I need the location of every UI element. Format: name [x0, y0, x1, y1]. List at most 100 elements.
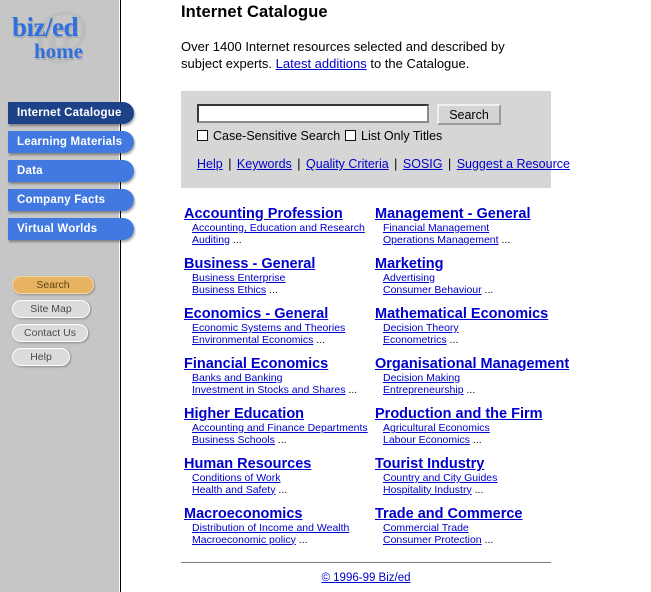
category-subtopic-link[interactable]: Consumer Protection	[383, 534, 482, 546]
category-subtopic-link[interactable]: Commercial Trade	[383, 522, 469, 534]
intro-text-after: to the Catalogue.	[366, 56, 470, 71]
category-subtopic-link[interactable]: Econometrics	[383, 334, 447, 346]
sidebar-util-site-map[interactable]: Site Map	[12, 300, 90, 318]
category-subtopic-link[interactable]: Economic Systems and Theories	[192, 322, 345, 334]
category-ellipsis: ...	[481, 533, 494, 546]
category-subtopic-link[interactable]: Decision Theory	[383, 322, 459, 334]
category-subtopic-link[interactable]: Labour Economics	[383, 434, 470, 446]
case-sensitive-label: Case-Sensitive Search	[213, 129, 341, 143]
sidebar-item-label: Data	[17, 165, 43, 177]
category-subtopic-link[interactable]: Distribution of Income and Wealth	[192, 522, 349, 534]
category-subtopic-link[interactable]: Agricultural Economics	[383, 422, 490, 434]
list-only-titles-option[interactable]: List Only Titles	[345, 129, 442, 143]
case-sensitive-search-option[interactable]: Case-Sensitive Search	[197, 129, 340, 143]
category-subtopic-link[interactable]: Investment in Stocks and Shares	[192, 384, 346, 396]
category-subtopic-link[interactable]: Conditions of Work	[192, 472, 281, 484]
category-subtopic-link[interactable]: Consumer Behaviour	[383, 284, 482, 296]
category-title-link[interactable]: Macroeconomics	[184, 505, 380, 523]
category-subtopic-link[interactable]: Business Enterprise	[192, 272, 285, 284]
category-group: Macroeconomics Distribution of Income and…	[184, 505, 380, 546]
category-ellipsis: ...	[469, 433, 482, 446]
sidebar-util-help[interactable]: Help	[12, 348, 70, 366]
panel-link-separator: |	[293, 157, 305, 171]
search-button[interactable]: Search	[437, 104, 501, 125]
latest-additions-link[interactable]: Latest additions	[276, 56, 367, 71]
category-subtopic-link[interactable]: Accounting, Education and Research	[192, 222, 365, 234]
search-input[interactable]	[197, 104, 429, 123]
category-subtopic-link[interactable]: Macroeconomic policy	[192, 534, 296, 546]
panel-link-suggest-a-resource[interactable]: Suggest a Resource	[457, 157, 570, 171]
category-title-link[interactable]: Tourist Industry	[375, 455, 575, 473]
category-subtopic-link[interactable]: Business Ethics	[192, 284, 266, 296]
sidebar-item-label: Internet Catalogue	[17, 107, 122, 119]
category-subtopic-link[interactable]: Advertising	[383, 272, 435, 284]
footer-divider	[181, 562, 551, 563]
sidebar-item-data[interactable]: Data	[8, 160, 134, 182]
category-subtopic-link[interactable]: Banks and Banking	[192, 372, 282, 384]
category-group: Marketing Advertising Consumer Behaviour .…	[375, 255, 575, 296]
category-group: Trade and Commerce Commercial Trade Consum…	[375, 505, 575, 546]
list-only-titles-checkbox[interactable]	[345, 130, 356, 141]
search-panel: Search Case-Sensitive Search List Only T…	[181, 91, 570, 188]
category-subtopic-link[interactable]: Decision Making	[383, 372, 460, 384]
sidebar-util-search[interactable]: Search	[12, 276, 94, 294]
sidebar-item-learning-materials[interactable]: Learning Materials	[8, 131, 134, 153]
category-subtopic-link[interactable]: Operations Management	[383, 234, 499, 246]
category-subtopic-row: Operations Management ...	[375, 234, 575, 247]
category-title-link[interactable]: Economics - General	[184, 305, 380, 323]
sidebar	[0, 0, 119, 592]
sidebar-item-company-facts[interactable]: Company Facts	[8, 189, 134, 211]
sidebar-util-contact-us[interactable]: Contact Us	[12, 324, 88, 342]
category-subtopic-row: Labour Economics ...	[375, 433, 575, 447]
category-title-link[interactable]: Organisational Management	[375, 355, 575, 373]
category-title-link[interactable]: Accounting Profession	[184, 205, 380, 223]
category-subtopic-link[interactable]: Business Schools	[192, 434, 275, 446]
sidebar-item-internet-catalogue[interactable]: Internet Catalogue	[8, 102, 134, 124]
category-subtopic-link[interactable]: Health and Safety	[192, 484, 275, 496]
category-subtopic-link[interactable]: Country and City Guides	[383, 472, 497, 484]
category-subtopic-link[interactable]: Accounting and Finance Departments	[192, 422, 368, 434]
logo-text-home: home	[34, 39, 83, 63]
category-ellipsis: ...	[229, 233, 242, 246]
sidebar-util-label: Help	[30, 351, 52, 363]
sidebar-util-label: Contact Us	[24, 327, 76, 339]
category-title-link[interactable]: Marketing	[375, 255, 575, 273]
category-column-left: Accounting Profession Accounting, Educati…	[184, 205, 380, 555]
panel-link-quality-criteria[interactable]: Quality Criteria	[306, 157, 389, 171]
main-content: Internet Catalogue Over 1400 Internet re…	[179, 0, 651, 592]
category-subtopic-row: Econometrics ...	[375, 334, 575, 347]
category-group: Business - General Business Enterprise Bus…	[184, 255, 380, 297]
panel-link-keywords[interactable]: Keywords	[237, 157, 292, 171]
sidebar-item-label: Company Facts	[17, 194, 106, 206]
panel-link-sosig[interactable]: SOSIG	[403, 157, 443, 171]
category-subtopic-row: Business Schools ...	[184, 433, 380, 447]
category-subtopic-link[interactable]: Financial Management	[383, 222, 489, 234]
category-ellipsis: ...	[275, 483, 288, 496]
category-title-link[interactable]: Financial Economics	[184, 355, 380, 373]
sidebar-item-label: Virtual Worlds	[17, 223, 98, 235]
category-column-right: Management - General Financial Management…	[375, 205, 575, 555]
category-title-link[interactable]: Human Resources	[184, 455, 380, 473]
category-group: Tourist Industry Country and City Guides H…	[375, 455, 575, 496]
panel-link-help[interactable]: Help	[197, 157, 223, 171]
category-subtopic-link[interactable]: Environmental Economics	[192, 334, 313, 346]
category-title-link[interactable]: Production and the Firm	[375, 405, 575, 423]
category-title-link[interactable]: Trade and Commerce	[375, 505, 575, 523]
category-title-link[interactable]: Higher Education	[184, 405, 380, 423]
category-title-link[interactable]: Business - General	[184, 255, 380, 273]
bized-logo[interactable]: @ biz/ed home	[8, 2, 118, 70]
category-subtopic-row: Business Ethics ...	[184, 284, 380, 297]
category-subtopic-link[interactable]: Entrepreneurship	[383, 384, 464, 396]
category-ellipsis: ...	[481, 283, 494, 296]
category-subtopic-link[interactable]: Auditing	[192, 234, 230, 246]
category-ellipsis: ...	[274, 433, 287, 446]
category-ellipsis: ...	[313, 333, 326, 346]
case-sensitive-checkbox[interactable]	[197, 130, 208, 141]
category-ellipsis: ...	[463, 383, 476, 396]
category-group: Organisational Management Decision Making…	[375, 355, 575, 396]
category-subtopic-link[interactable]: Hospitality Industry	[383, 484, 472, 496]
sidebar-item-virtual-worlds[interactable]: Virtual Worlds	[8, 218, 134, 240]
category-title-link[interactable]: Mathematical Economics	[375, 305, 575, 323]
category-title-link[interactable]: Management - General	[375, 205, 575, 223]
copyright-link[interactable]: © 1996-99 Biz/ed	[321, 572, 410, 584]
